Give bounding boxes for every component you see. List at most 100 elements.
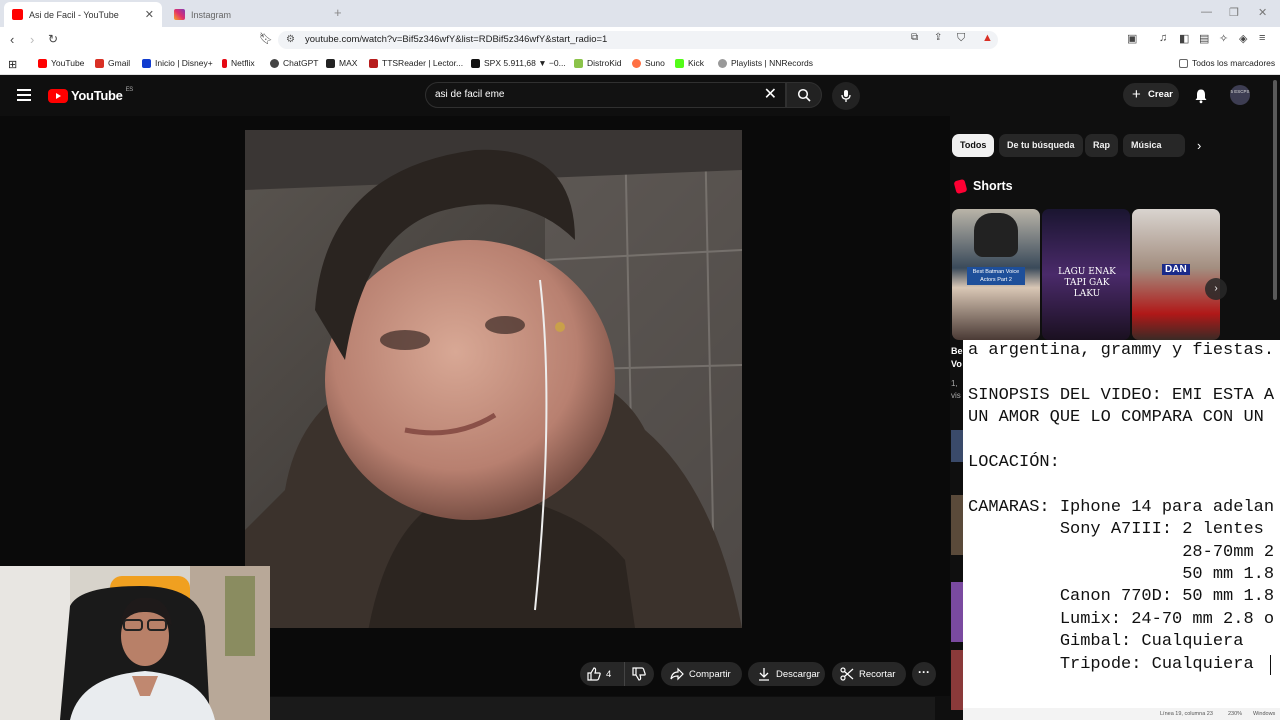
new-tab-icon[interactable]: + [334,5,342,20]
chip-todos[interactable]: Todos [952,134,995,157]
shorts-next-icon[interactable]: › [1205,278,1227,300]
wallet-icon[interactable]: ▤ [1199,32,1209,45]
share-icon[interactable]: ⇪ [934,32,942,43]
notepad-line: CAMARAS: Iphone 14 para adelan [968,497,1275,517]
bookmark-youtube[interactable]: YouTube [38,58,84,68]
text-caret [1270,655,1271,675]
bookmark-icon[interactable]: 🔖︎ [259,32,273,45]
hamburger-menu-icon[interactable] [17,89,31,104]
notepad-window[interactable]: a argentina, grammy y fiestas. SINOPSIS … [963,340,1280,708]
clipped-video-title: Be [951,346,963,356]
bookmark-netflix[interactable]: Netflix [222,58,255,68]
youtube-icon [38,58,47,68]
clipped-thumbnail[interactable] [951,430,963,462]
short-caption: LAGU ENAK TAPI GAK LAKU [1058,267,1116,299]
search-button[interactable] [786,82,822,108]
chevron-right-icon[interactable]: › [1197,138,1201,153]
webcam-overlay [0,566,270,720]
back-icon[interactable]: ‹ [10,32,14,47]
kick-icon [675,58,684,68]
microphone-icon [841,90,851,102]
sidebar-panel-icon[interactable]: ▣ [1127,32,1137,45]
chip-rap[interactable]: Rap [1085,134,1119,157]
ttsreader-icon [369,58,378,68]
rewards-icon[interactable]: ▲ [982,32,993,44]
short-caption: DAN [1162,264,1190,275]
tab-title: Asi de Facil - YouTube [29,9,119,20]
site-info-icon[interactable]: ⚙ [286,31,295,49]
all-bookmarks[interactable]: Todos los marcadores [1179,58,1275,68]
chip-musica-pop[interactable]: Música pop [1123,134,1185,157]
dislike-button[interactable] [624,662,654,686]
bookmark-kick[interactable]: Kick [675,58,704,68]
youtube-header: YouTube ES asi de facil eme ✕ + Crear 5 … [0,76,1280,116]
notepad-text[interactable]: a argentina, grammy y fiestas. SINOPSIS … [963,340,1280,676]
chip-de-tu-busqueda[interactable]: De tu búsqueda [999,134,1083,157]
bookmark-disney[interactable]: Inicio | Disney+ [142,58,213,68]
create-button[interactable]: + Crear [1123,83,1179,107]
tab-close-icon[interactable]: ✕ [145,8,154,21]
webcam-feed [0,566,270,720]
distrokid-icon [574,58,583,68]
page-scrollbar[interactable] [1273,80,1277,300]
download-button[interactable]: Descargar [748,662,825,686]
browser-tab-bar: Asi de Facil - YouTube ✕ Instagram + — ❐… [0,0,1280,27]
bookmark-suno[interactable]: Suno [632,58,665,68]
notifications-bell-icon[interactable] [1193,88,1209,104]
shield-icon[interactable]: ⛉ [957,32,965,45]
clear-search-icon[interactable]: ✕ [764,83,777,107]
share-button[interactable]: Compartir [661,662,742,686]
notepad-statusbar: Línea 19, columna 23 230% Windows [963,708,1280,720]
clipped-thumbnail[interactable] [951,650,963,710]
short-thumbnail[interactable]: Best Batman Voice Actors Part 2 [952,209,1040,340]
more-actions-icon[interactable]: ··· [912,662,936,686]
close-window-icon[interactable]: ✕ [1258,6,1267,19]
bookmark-ttsreader[interactable]: TTSReader | Lector... [369,58,463,68]
split-view-icon[interactable]: ◧ [1179,32,1189,45]
avatar[interactable]: 5 ESCPS [1230,85,1250,105]
notepad-line: Canon 770D: 50 mm 1.8 [968,587,1275,607]
notepad-line: 28-70mm 2 [968,542,1275,562]
clipped-thumbnail[interactable] [951,582,963,642]
plus-icon: + [1132,86,1141,103]
open-in-icon[interactable]: ⧉ [911,32,918,43]
thumbs-down-icon [632,667,646,681]
bookmark-distrokid[interactable]: DistroKid [574,58,621,68]
globe-icon [718,58,727,68]
apps-grid-icon[interactable]: ⊞ [8,58,17,71]
max-icon [326,58,335,68]
bookmark-spx[interactable]: SPX 5.911,68 ▼ −0... [471,58,566,68]
menu-icon[interactable]: ≡ [1259,32,1265,44]
vpn-icon[interactable]: ◈ [1239,32,1247,45]
bookmark-max[interactable]: MAX [326,58,357,68]
clip-button[interactable]: Recortar [832,662,906,686]
search-icon [797,88,811,102]
search-input[interactable]: asi de facil eme ✕ [425,82,786,108]
page-bottom-strip [270,697,935,720]
reload-icon[interactable]: ↻ [48,32,58,46]
minimize-icon[interactable]: — [1201,6,1212,18]
short-thumbnail[interactable]: LAGU ENAK TAPI GAK LAKU [1042,209,1130,340]
notepad-line: Tripode: Cualquiera [968,654,1254,674]
shorts-icon [953,178,968,194]
short-thumbnail[interactable]: DAN [1132,209,1220,340]
video-player[interactable] [245,130,742,628]
gmail-icon [95,58,104,68]
tab-instagram[interactable]: Instagram [166,2,326,27]
bookmark-nnrecords[interactable]: Playlists | NNRecords [718,58,813,68]
bookmark-chatgpt[interactable]: ChatGPT [270,58,318,68]
clipped-thumbnail[interactable] [951,495,963,555]
instagram-favicon-icon [174,9,185,20]
tab-youtube[interactable]: Asi de Facil - YouTube ✕ [4,2,162,27]
url-field[interactable]: ⚙ youtube.com/watch?v=Bif5z346wfY&list=R… [278,31,998,49]
voice-search-button[interactable] [832,82,860,110]
ai-icon[interactable]: ✧ [1219,32,1228,45]
forward-icon[interactable]: › [30,32,34,47]
bookmark-gmail[interactable]: Gmail [95,58,130,68]
clipped-video-meta: 1, [951,379,958,388]
notepad-line: SINOPSIS DEL VIDEO: EMI ESTA A [968,385,1275,405]
address-bar-row: ‹ › ↻ 🔖︎ ⚙ youtube.com/watch?v=Bif5z346w… [0,27,1280,53]
media-icon[interactable]: ♫ [1159,32,1167,44]
restore-icon[interactable]: ❐ [1229,6,1239,19]
youtube-logo[interactable]: YouTube ES [48,87,133,103]
